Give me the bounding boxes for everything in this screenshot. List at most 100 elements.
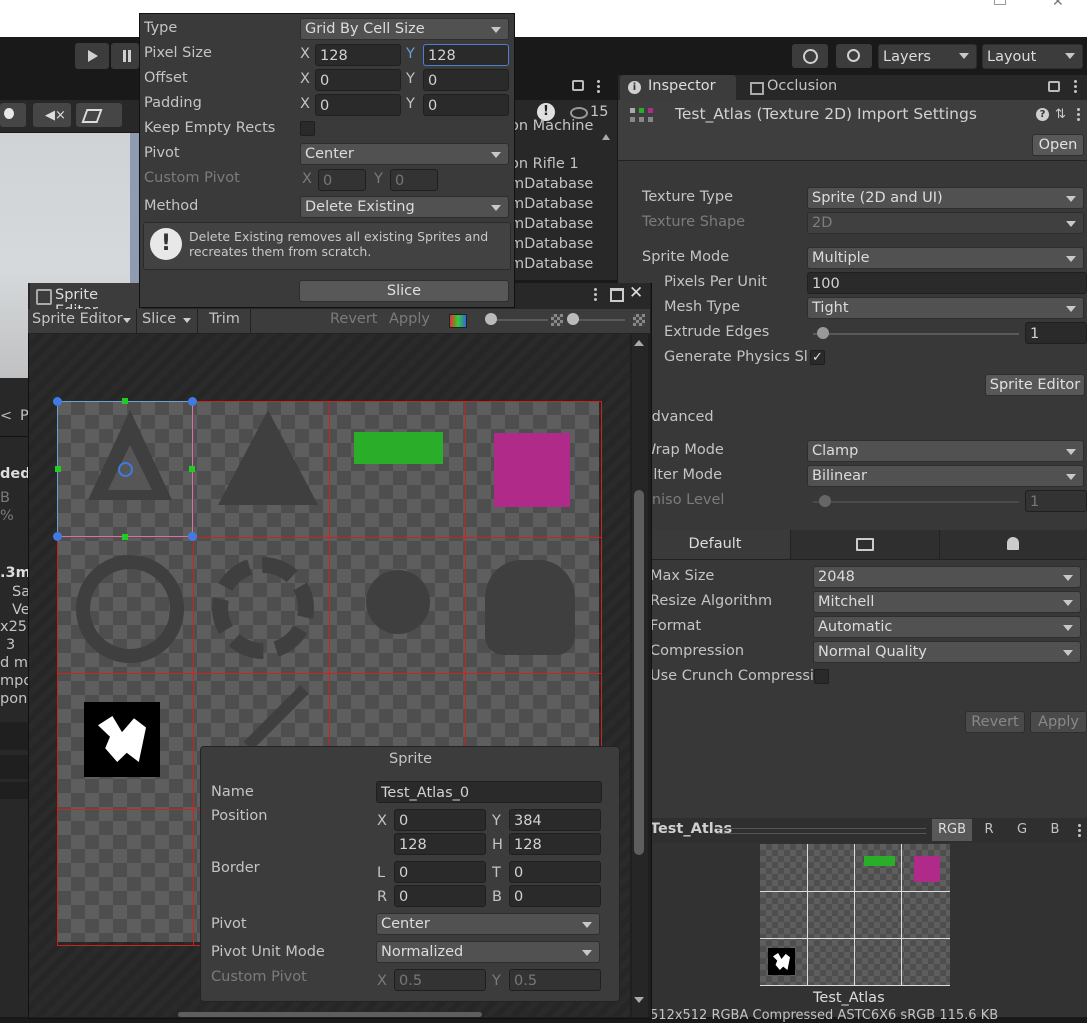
padding-y-field[interactable]: 0: [423, 94, 509, 116]
offset-y-field[interactable]: 0: [423, 69, 509, 91]
sprite-editor-button[interactable]: Sprite Editor: [985, 374, 1085, 396]
revert-button[interactable]: Revert: [330, 311, 378, 327]
mip-slider-handle[interactable]: [567, 313, 579, 325]
selection-handle[interactable]: [53, 532, 62, 541]
pos-x-field[interactable]: 0: [394, 809, 486, 831]
sprite-editor-mode-menu[interactable]: Sprite Editor: [32, 311, 123, 327]
h-scrollbar-thumb[interactable]: [178, 1012, 482, 1017]
inspector-lock-icon[interactable]: [1048, 81, 1060, 92]
extrude-slider-handle[interactable]: [817, 327, 829, 339]
hierarchy-item[interactable]: on Machine: [510, 118, 593, 134]
compression-dropdown[interactable]: Normal Quality: [813, 641, 1081, 663]
texture-type-dropdown[interactable]: Sprite (2D and UI): [807, 187, 1084, 209]
resize-dropdown[interactable]: Mitchell: [813, 591, 1081, 613]
hierarchy-lock-icon[interactable]: [572, 80, 584, 91]
open-button[interactable]: Open: [1032, 134, 1084, 156]
hierarchy-item[interactable]: mDatabase: [510, 236, 593, 252]
layout-dropdown[interactable]: Layout: [982, 44, 1083, 69]
selection-handle[interactable]: [53, 397, 62, 406]
pause-button[interactable]: [111, 43, 139, 69]
wrap-mode-dropdown[interactable]: Clamp: [807, 440, 1084, 462]
scroll-down-icon[interactable]: [634, 997, 644, 1003]
format-dropdown[interactable]: Automatic: [813, 616, 1081, 638]
r-toggle[interactable]: R: [974, 819, 1004, 841]
trim-button[interactable]: Trim: [209, 311, 240, 327]
pixel-size-y-field[interactable]: 128: [423, 44, 509, 66]
mesh-type-dropdown[interactable]: Tight: [807, 297, 1084, 319]
apply-button[interactable]: Apply: [389, 311, 430, 327]
rgb-toggle[interactable]: RGB: [932, 819, 972, 841]
window-restore-icon[interactable]: [994, 0, 1006, 5]
selection-handle[interactable]: [188, 397, 197, 406]
presets-icon[interactable]: ⇅: [1055, 108, 1069, 122]
close-icon[interactable]: ✕: [629, 283, 643, 303]
play-button[interactable]: [75, 43, 109, 69]
crunch-checkbox[interactable]: [814, 669, 829, 684]
selection-handle[interactable]: [188, 532, 197, 541]
hierarchy-item[interactable]: mDatabase: [510, 216, 593, 232]
pivot-unit-dropdown[interactable]: Normalized: [376, 941, 600, 963]
border-b-field[interactable]: 0: [509, 885, 601, 907]
ppu-field[interactable]: 100: [807, 272, 1087, 294]
preview-menu-icon[interactable]: [1078, 824, 1082, 838]
tab-platform-android[interactable]: [940, 530, 1087, 559]
sprite-editor-menu-icon[interactable]: [594, 288, 598, 302]
maximize-icon[interactable]: [610, 288, 624, 302]
filter-mode-dropdown[interactable]: Bilinear: [807, 465, 1084, 487]
slice-button[interactable]: Slice: [299, 280, 509, 302]
border-r-field[interactable]: 0: [394, 885, 486, 907]
border-handle[interactable]: [122, 398, 128, 404]
hierarchy-item[interactable]: mDatabase: [510, 176, 593, 192]
border-t-field[interactable]: 0: [509, 861, 601, 883]
scroll-up-icon[interactable]: [634, 340, 644, 346]
type-dropdown[interactable]: Grid By Cell Size: [300, 18, 509, 40]
slice-menu[interactable]: Slice: [142, 311, 176, 327]
asset-menu-icon[interactable]: [1077, 108, 1081, 122]
zoom-slider-handle[interactable]: [485, 313, 497, 325]
help-icon[interactable]: ?: [1036, 108, 1049, 121]
hierarchy-menu-icon[interactable]: [597, 80, 601, 94]
window-close-icon[interactable]: ✕: [1052, 0, 1064, 10]
extrude-slider[interactable]: [813, 333, 1019, 335]
border-l-field[interactable]: 0: [394, 861, 486, 883]
name-field[interactable]: Test_Atlas_0: [376, 781, 602, 803]
padding-x-field[interactable]: 0: [315, 94, 401, 116]
sprite-mode-dropdown[interactable]: Multiple: [807, 247, 1084, 269]
border-handle[interactable]: [189, 466, 195, 472]
search-button[interactable]: [836, 44, 872, 68]
hierarchy-scrollbar[interactable]: [602, 134, 610, 274]
tab-platform-standalone[interactable]: [790, 530, 940, 559]
pos-h-field[interactable]: 128: [509, 833, 601, 855]
sprite-editor-tab[interactable]: Sprite Editor: [30, 283, 142, 319]
sprite-pivot-dropdown[interactable]: Center: [376, 913, 600, 935]
extrude-field[interactable]: 1: [1025, 322, 1087, 344]
gen-physics-checkbox[interactable]: ✓: [810, 350, 825, 365]
border-handle[interactable]: [122, 534, 128, 540]
keep-empty-checkbox[interactable]: [300, 121, 315, 136]
pos-y-field[interactable]: 384: [509, 809, 601, 831]
tab-inspector[interactable]: i Inspector: [620, 75, 736, 100]
lighting-toggle[interactable]: [0, 103, 26, 127]
effects-dropdown[interactable]: [76, 103, 122, 127]
offset-x-field[interactable]: 0: [315, 69, 401, 91]
audio-toggle[interactable]: ◀×: [33, 103, 71, 127]
advanced-foldout[interactable]: Advanced: [642, 409, 714, 425]
border-handle[interactable]: [55, 466, 61, 472]
g-toggle[interactable]: G: [1007, 819, 1037, 841]
b-toggle[interactable]: B: [1040, 819, 1070, 841]
history-button[interactable]: [792, 44, 828, 68]
layers-dropdown[interactable]: Layers: [878, 44, 977, 69]
color-channel-icon[interactable]: [449, 314, 467, 328]
max-size-dropdown[interactable]: 2048: [813, 566, 1081, 588]
pos-w-field[interactable]: 128: [394, 833, 486, 855]
tab-platform-default[interactable]: Default: [640, 530, 791, 559]
hierarchy-item[interactable]: mDatabase: [510, 256, 593, 272]
scrollbar-thumb[interactable]: [634, 490, 644, 855]
pivot-handle[interactable]: [118, 462, 133, 477]
hierarchy-item[interactable]: on Rifle 1: [510, 156, 579, 172]
pivot-dropdown[interactable]: Center: [300, 143, 509, 165]
left-tab[interactable]: <: [0, 408, 12, 424]
method-dropdown[interactable]: Delete Existing: [300, 196, 509, 218]
hierarchy-item[interactable]: mDatabase: [510, 196, 593, 212]
inspector-menu-icon[interactable]: [1074, 80, 1078, 94]
